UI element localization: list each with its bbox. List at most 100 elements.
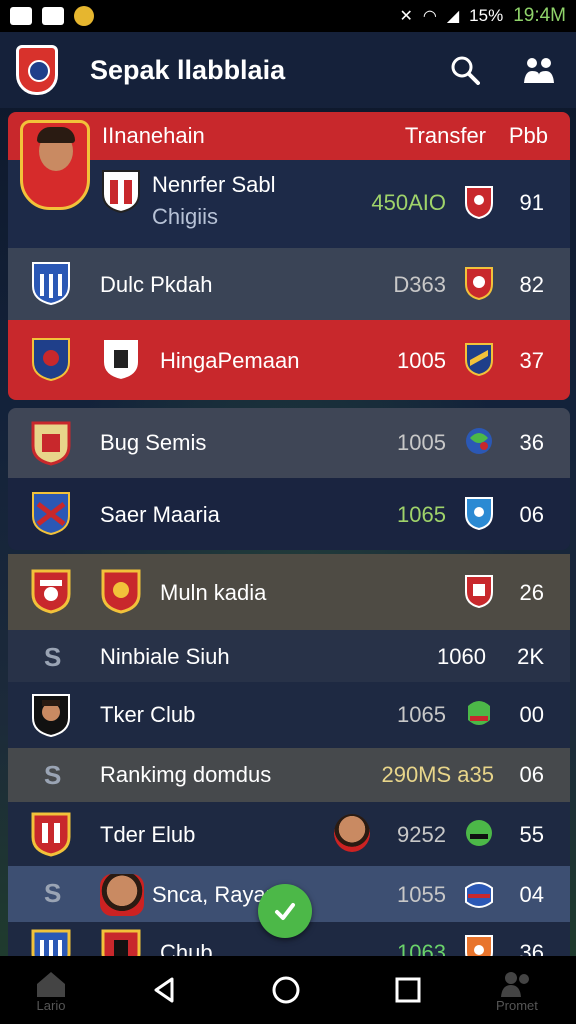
team-badge-icon xyxy=(465,343,493,376)
player-name: Dulc Pkdah xyxy=(100,272,213,297)
currency-icon: S xyxy=(44,642,62,672)
recents-icon xyxy=(395,977,421,1003)
table-row[interactable]: Bug Semis 1005 36 xyxy=(8,408,570,478)
home-circle-icon xyxy=(272,976,300,1004)
team-badge-icon xyxy=(466,428,492,454)
player-name: HingaPemaan xyxy=(160,348,300,373)
back-button[interactable] xyxy=(148,974,180,1006)
table-row[interactable]: S Ninbiale Siuh 1060 2K xyxy=(8,630,570,682)
table-row[interactable]: S Rankimg domdus 290MS a35 06 xyxy=(8,748,570,802)
player-name: Muln kadia xyxy=(160,580,267,605)
notification-icon xyxy=(10,7,32,25)
status-bar: ✕ ◠ ◢ 15% 19:4M xyxy=(0,0,576,32)
transfer-value: 1005 xyxy=(397,430,446,455)
back-icon xyxy=(154,977,174,1003)
team-badge-icon xyxy=(465,882,493,908)
system-nav-bar: Lario Promet xyxy=(0,956,576,1024)
team-badge-icon xyxy=(465,267,493,300)
player-subtitle: Chigiis xyxy=(152,204,219,229)
confirm-fab-button[interactable] xyxy=(258,884,312,938)
currency-icon: S xyxy=(44,760,62,790)
wifi-icon: ◠ xyxy=(422,8,437,25)
club-crest-icon xyxy=(102,170,140,214)
points-value: 37 xyxy=(519,348,544,373)
points-value: 00 xyxy=(519,702,544,727)
points-value: 06 xyxy=(519,762,544,787)
team-badge-icon xyxy=(466,820,492,846)
currency-icon: S xyxy=(44,878,62,908)
table-row[interactable]: HingaPemaan 1005 37 xyxy=(8,320,570,400)
app-logo-icon xyxy=(16,45,58,95)
ranking-table: IInanehain Transfer Pbb Nenrfer Sabl Chi… xyxy=(8,112,570,980)
home-button[interactable] xyxy=(270,974,302,1006)
battery-level: 15% xyxy=(469,6,504,25)
app-title: Sepak llabblaia xyxy=(90,54,286,85)
club-crest-icon xyxy=(32,492,70,536)
transfer-value: 1065 xyxy=(397,702,446,727)
transfer-value: 1065 xyxy=(397,502,446,527)
team-badge-icon xyxy=(465,575,493,608)
table-row[interactable]: Nenrfer Sabl Chigiis 450AIO 91 xyxy=(8,120,570,248)
transfer-value: 450AIO xyxy=(371,190,446,215)
transfer-value: 1060 xyxy=(437,644,486,669)
points-value: 04 xyxy=(519,882,544,907)
table-header: IInanehain Transfer Pbb xyxy=(8,112,570,160)
profile-icon xyxy=(500,972,529,997)
player-avatar xyxy=(20,120,90,210)
search-icon[interactable] xyxy=(448,53,482,87)
nav-home-label: Lario xyxy=(36,998,66,1013)
nav-home[interactable]: Lario xyxy=(34,970,68,1013)
column-points: Pbb xyxy=(508,123,548,148)
club-crest-icon xyxy=(32,262,70,306)
team-badge-icon xyxy=(465,497,493,530)
transfer-value: D363 xyxy=(393,272,446,297)
player-name: Bug Semis xyxy=(100,430,207,455)
table-row[interactable]: Saer Maaria 1065 06 xyxy=(8,478,570,550)
points-value: 06 xyxy=(519,502,544,527)
check-icon xyxy=(275,903,295,920)
column-transfer: Transfer xyxy=(404,123,486,148)
points-value: 26 xyxy=(519,580,544,605)
table-row[interactable]: Tker Club 1065 00 xyxy=(8,682,570,748)
mute-icon: ✕ xyxy=(399,8,413,25)
player-name: Ninbiale Siuh xyxy=(100,644,230,669)
player-avatar xyxy=(334,814,370,852)
player-name: Tder Elub xyxy=(100,822,196,847)
player-name: Nenrfer Sabl xyxy=(152,172,276,197)
transfer-value: 1055 xyxy=(397,882,446,907)
points-value: 82 xyxy=(519,272,544,297)
home-icon xyxy=(37,972,65,997)
clock: 19:4M xyxy=(513,5,566,26)
users-icon[interactable] xyxy=(522,53,556,87)
club-crest-icon xyxy=(102,338,140,382)
transfer-value: 290MS a35 xyxy=(381,762,494,787)
team-badge-icon xyxy=(468,701,490,725)
player-name: Tker Club xyxy=(100,702,196,727)
signal-icon: ◢ xyxy=(446,8,460,25)
column-name: IInanehain xyxy=(102,123,205,148)
table-row[interactable]: Tder Elub 9252 55 xyxy=(8,802,570,866)
player-name: Rankimg domdus xyxy=(100,762,272,787)
transfer-value: 1005 xyxy=(397,348,446,373)
app-notification-icon xyxy=(74,6,94,26)
gallery-icon xyxy=(42,7,64,25)
table-row[interactable]: Muln kadia 26 xyxy=(8,554,570,630)
club-crest-icon xyxy=(31,812,71,857)
player-avatar xyxy=(100,874,144,916)
points-value: 2K xyxy=(517,644,544,669)
club-crest-icon xyxy=(101,569,141,614)
transfer-value: 9252 xyxy=(397,822,446,847)
app-header: Sepak llabblaia xyxy=(0,32,576,108)
club-crest-icon xyxy=(31,569,71,614)
team-badge-icon xyxy=(465,186,493,219)
club-crest-icon xyxy=(32,338,70,382)
player-avatar xyxy=(32,694,70,738)
club-crest-icon xyxy=(31,421,71,466)
player-name: Saer Maaria xyxy=(100,502,220,527)
points-value: 36 xyxy=(519,430,544,455)
points-value: 55 xyxy=(519,822,544,847)
nav-profile[interactable]: Promet xyxy=(496,970,538,1013)
recents-button[interactable] xyxy=(392,974,424,1006)
nav-profile-label: Promet xyxy=(496,998,538,1013)
table-row[interactable]: Dulc Pkdah D363 82 xyxy=(8,248,570,320)
